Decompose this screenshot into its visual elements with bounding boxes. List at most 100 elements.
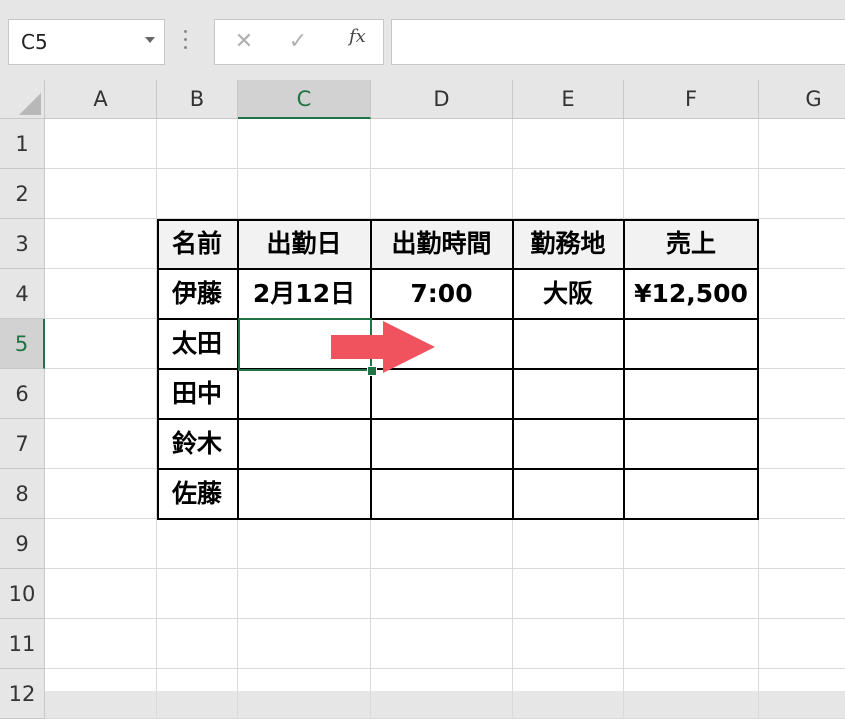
table-cell-time[interactable] <box>371 369 513 419</box>
grid-cell[interactable] <box>157 119 238 169</box>
table-cell-location[interactable] <box>513 469 624 519</box>
grid-cell[interactable] <box>371 519 513 569</box>
row-header-5[interactable]: 5 <box>0 319 45 369</box>
header-cell-name[interactable]: 名前 <box>157 219 238 269</box>
grid-cell[interactable] <box>238 169 371 219</box>
grid-cell[interactable] <box>759 119 845 169</box>
table-cell-name[interactable]: 佐藤 <box>157 469 238 519</box>
table-cell-date[interactable]: 2月12日 <box>238 269 371 319</box>
table-cell-sales[interactable] <box>624 319 759 369</box>
grid-cell[interactable] <box>157 169 238 219</box>
grid-cell[interactable] <box>624 119 759 169</box>
grid-cell[interactable] <box>45 319 157 369</box>
row-header-1[interactable]: 1 <box>0 119 45 169</box>
grid-cell[interactable] <box>759 169 845 219</box>
grid-cell[interactable] <box>45 469 157 519</box>
grid-cell[interactable] <box>45 519 157 569</box>
header-cell-time[interactable]: 出勤時間 <box>371 219 513 269</box>
row-header-7[interactable]: 7 <box>0 419 45 469</box>
grid-cell[interactable] <box>759 369 845 419</box>
row-header-8[interactable]: 8 <box>0 469 45 519</box>
column-header-d[interactable]: D <box>371 80 513 119</box>
grid-cell[interactable] <box>513 119 624 169</box>
drag-handle-icon[interactable] <box>184 28 188 52</box>
grid-cell[interactable] <box>513 519 624 569</box>
header-cell-sales[interactable]: 売上 <box>624 219 759 269</box>
column-header-g[interactable]: G <box>759 80 845 119</box>
formula-input[interactable] <box>391 19 845 65</box>
grid-cell[interactable] <box>624 169 759 219</box>
grid-cell[interactable] <box>624 569 759 619</box>
header-cell-location[interactable]: 勤務地 <box>513 219 624 269</box>
grid-cell[interactable] <box>371 669 513 719</box>
grid-cell[interactable] <box>513 669 624 719</box>
table-cell-date[interactable] <box>238 469 371 519</box>
table-cell-sales[interactable]: ¥12,500 <box>624 269 759 319</box>
chevron-down-icon[interactable] <box>145 37 155 43</box>
row-header-6[interactable]: 6 <box>0 369 45 419</box>
table-cell-location[interactable] <box>513 419 624 469</box>
table-cell-sales[interactable] <box>624 369 759 419</box>
table-cell-date[interactable] <box>238 369 371 419</box>
grid-cell[interactable] <box>513 569 624 619</box>
grid-cell[interactable] <box>759 519 845 569</box>
grid-cell[interactable] <box>371 119 513 169</box>
grid-cell[interactable] <box>513 619 624 669</box>
grid-cell[interactable] <box>45 169 157 219</box>
grid-cell[interactable] <box>45 669 157 719</box>
header-cell-date[interactable]: 出勤日 <box>238 219 371 269</box>
table-cell-location[interactable] <box>513 319 624 369</box>
row-header-3[interactable]: 3 <box>0 219 45 269</box>
grid-cell[interactable] <box>624 669 759 719</box>
grid-cell[interactable] <box>45 369 157 419</box>
select-all-button[interactable] <box>0 80 45 119</box>
table-cell-date[interactable] <box>238 419 371 469</box>
enter-icon[interactable]: ✓ <box>283 28 313 56</box>
table-cell-name[interactable]: 田中 <box>157 369 238 419</box>
column-header-f[interactable]: F <box>624 80 759 119</box>
grid-cell[interactable] <box>371 169 513 219</box>
column-header-b[interactable]: B <box>157 80 238 119</box>
column-header-c[interactable]: C <box>238 80 371 119</box>
grid-cell[interactable] <box>45 219 157 269</box>
grid-cell[interactable] <box>513 169 624 219</box>
grid-cell[interactable] <box>238 569 371 619</box>
grid-cell[interactable] <box>759 669 845 719</box>
grid-cell[interactable] <box>238 519 371 569</box>
grid-cell[interactable] <box>45 419 157 469</box>
grid-cell[interactable] <box>759 269 845 319</box>
table-cell-time[interactable] <box>371 469 513 519</box>
grid-cell[interactable] <box>45 619 157 669</box>
grid-cell[interactable] <box>759 319 845 369</box>
grid-cell[interactable] <box>759 569 845 619</box>
table-cell-sales[interactable] <box>624 419 759 469</box>
cancel-icon[interactable]: ✕ <box>229 28 259 56</box>
grid-cell[interactable] <box>45 119 157 169</box>
table-cell-name[interactable]: 伊藤 <box>157 269 238 319</box>
row-header-10[interactable]: 10 <box>0 569 45 619</box>
grid-cell[interactable] <box>759 619 845 669</box>
table-cell-location[interactable] <box>513 369 624 419</box>
grid-cell[interactable] <box>45 269 157 319</box>
table-cell-sales[interactable] <box>624 469 759 519</box>
grid-cell[interactable] <box>157 619 238 669</box>
grid-cell[interactable] <box>759 219 845 269</box>
row-header-12[interactable]: 12 <box>0 669 45 719</box>
grid-cell[interactable] <box>371 619 513 669</box>
row-header-9[interactable]: 9 <box>0 519 45 569</box>
grid-cell[interactable] <box>157 519 238 569</box>
grid-cell[interactable] <box>624 619 759 669</box>
table-cell-time[interactable] <box>371 419 513 469</box>
row-header-11[interactable]: 11 <box>0 619 45 669</box>
grid-cell[interactable] <box>371 569 513 619</box>
name-box[interactable]: C5 <box>8 19 165 65</box>
table-cell-name[interactable]: 鈴木 <box>157 419 238 469</box>
grid-cell[interactable] <box>157 669 238 719</box>
grid-cell[interactable] <box>238 669 371 719</box>
table-cell-name[interactable]: 太田 <box>157 319 238 369</box>
row-header-2[interactable]: 2 <box>0 169 45 219</box>
grid-cell[interactable] <box>238 619 371 669</box>
table-cell-location[interactable]: 大阪 <box>513 269 624 319</box>
insert-function-icon[interactable]: fx <box>349 26 366 47</box>
column-header-e[interactable]: E <box>513 80 624 119</box>
